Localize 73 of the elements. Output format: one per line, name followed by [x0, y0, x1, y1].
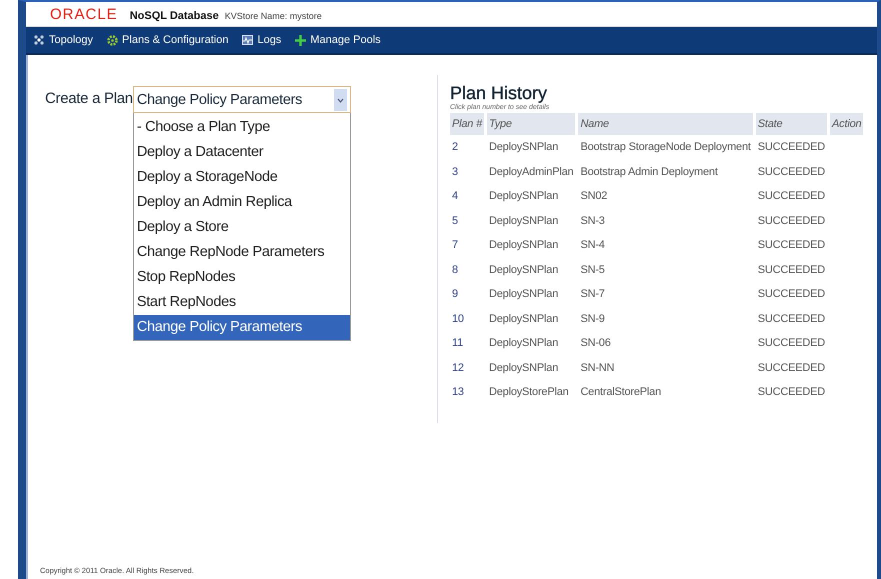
- table-cell-text: SUCCEEDED: [756, 189, 826, 204]
- column-header: Name: [578, 113, 753, 135]
- table-cell-text: SUCCEEDED: [756, 336, 826, 352]
- table-cell-text: SN-7: [579, 287, 606, 302]
- topology-icon: [34, 34, 45, 46]
- table-cell-text: DeploySNPlan: [488, 189, 560, 204]
- table-cell-text: DeploySNPlan: [488, 214, 560, 229]
- table-cell-text: CentralStorePlan: [579, 385, 662, 400]
- product-name: NoSQL Database: [130, 10, 219, 22]
- column-header: Plan #: [450, 113, 484, 135]
- table-cell-text: SUCCEEDED: [756, 287, 826, 302]
- table-cell-text: SN-NN: [579, 360, 616, 376]
- table-cell-text: DeployStorePlan: [488, 385, 570, 400]
- table-cell-text: SN02: [579, 189, 608, 204]
- plan-history-title: Plan History: [450, 83, 548, 104]
- gear-icon: [107, 34, 118, 46]
- dropdown-option[interactable]: Change Policy Parameters: [134, 315, 350, 340]
- table-cell-text: DeploySNPlan: [488, 312, 560, 327]
- table-cell-text: DeploySNPlan: [488, 287, 560, 302]
- nav-link[interactable]: Plans & Configuration: [107, 34, 228, 46]
- dropdown-option[interactable]: Stop RepNodes: [134, 265, 350, 290]
- column-header: Type: [487, 113, 576, 135]
- plan-number-link[interactable]: 9: [450, 282, 484, 306]
- table-cell-text: SUCCEEDED: [756, 385, 826, 400]
- table-cell-text: SUCCEEDED: [756, 214, 826, 229]
- nav-link[interactable]: Manage Pools: [295, 34, 381, 46]
- nav-link[interactable]: Logs: [242, 34, 282, 46]
- table-cell-text: SN-3: [579, 214, 606, 229]
- plan-number-link[interactable]: 11: [450, 331, 484, 356]
- create-plan-label: Create a Plan: [45, 89, 133, 107]
- dropdown-option[interactable]: Deploy a StorageNode: [134, 165, 350, 190]
- plan-number-link[interactable]: 7: [450, 233, 484, 258]
- table-cell-text: Bootstrap StorageNode Deployment: [579, 140, 752, 156]
- caret-icon: [334, 88, 347, 110]
- plan-number-link[interactable]: 4: [450, 184, 484, 208]
- dropdown-option[interactable]: - Choose a Plan Type: [134, 115, 350, 140]
- nav-link[interactable]: Topology: [34, 34, 94, 46]
- plan-number-link[interactable]: 13: [450, 380, 484, 404]
- plan-number-link[interactable]: 5: [450, 208, 484, 233]
- table-cell-text: DeploySNPlan: [488, 360, 560, 376]
- table-cell-text: SUCCEEDED: [756, 360, 826, 376]
- table-cell-text: SN-4: [579, 238, 606, 254]
- column-header: State: [756, 113, 828, 135]
- table-cell-text: SUCCEEDED: [756, 262, 826, 278]
- oracle-logo: ORACLE: [50, 6, 118, 23]
- table-cell-text: DeployAdminPlan: [488, 164, 574, 180]
- plan-number-link[interactable]: 2: [450, 135, 484, 160]
- table-cell-text: SN-9: [579, 312, 606, 327]
- store-name: KVStore Name: mystore: [224, 11, 322, 21]
- plan-number-link[interactable]: 10: [450, 306, 484, 331]
- table-cell-text: SUCCEEDED: [756, 140, 826, 156]
- dropdown-option[interactable]: Deploy a Datacenter: [134, 140, 350, 165]
- plan-number-link[interactable]: 8: [450, 258, 484, 282]
- plus-icon: [295, 34, 306, 46]
- dropdown-option[interactable]: Change RepNode Parameters: [134, 240, 350, 265]
- table-cell-text: DeploySNPlan: [488, 262, 560, 278]
- table-cell-text: SN-5: [579, 262, 606, 278]
- table-cell-text: DeploySNPlan: [488, 140, 560, 156]
- table-cell-text: SUCCEEDED: [756, 238, 826, 254]
- dropdown-option[interactable]: Deploy a Store: [134, 215, 350, 240]
- table-cell-text: SUCCEEDED: [756, 312, 826, 327]
- plan-type-dropdown[interactable]: Change Policy Parameters: [132, 86, 351, 113]
- table-cell-text: SN-06: [579, 336, 612, 352]
- table-cell-text: DeploySNPlan: [488, 238, 560, 254]
- plan-number-link[interactable]: 3: [450, 160, 484, 184]
- column-header: Action: [830, 113, 864, 135]
- dropdown-option[interactable]: Deploy an Admin Replica: [134, 190, 350, 215]
- dropdown-option[interactable]: Start RepNodes: [134, 290, 350, 315]
- table-cell-text: SUCCEEDED: [756, 164, 826, 180]
- plan-number-link[interactable]: 12: [450, 356, 484, 380]
- table-cell-text: Bootstrap Admin Deployment: [579, 164, 719, 180]
- table-cell-text: DeploySNPlan: [488, 336, 560, 352]
- chart-icon: [242, 35, 254, 45]
